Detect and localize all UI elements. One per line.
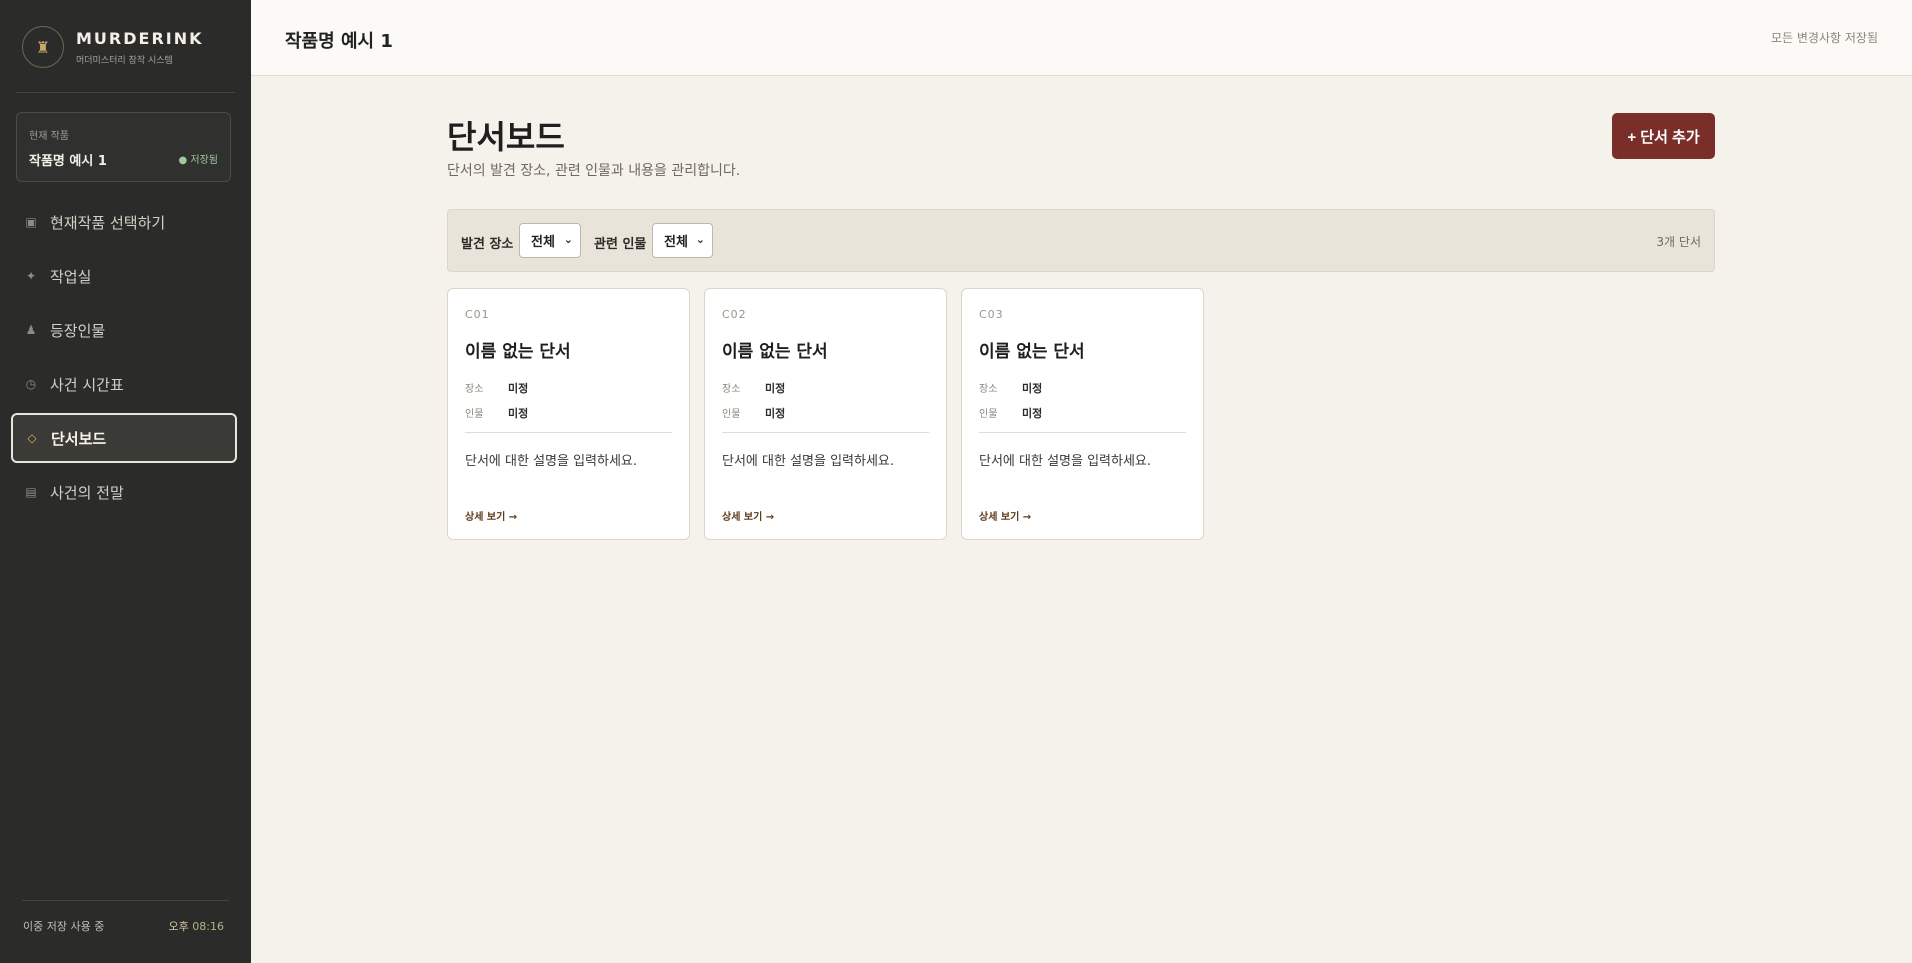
page-title: 단서보드: [447, 118, 565, 156]
person-key: 인물: [465, 409, 484, 420]
card-divider: [465, 432, 672, 433]
save-time: 오후 08:16: [169, 918, 224, 934]
place-key: 장소: [722, 384, 741, 395]
filter-bar: 발견 장소 전체 ⌄ 관련 인물 전체 ⌄ 3개 단서: [447, 209, 1715, 272]
person-key: 인물: [979, 409, 998, 420]
sparkle-icon: ✦: [25, 269, 37, 283]
sidebar-item-label: 현재작품 선택하기: [50, 213, 166, 232]
time-value: 08:16: [192, 920, 224, 933]
saved-status-badge: ● 저장됨: [178, 155, 218, 166]
location-filter-select[interactable]: 전체 ⌄: [519, 223, 581, 258]
brand: ♜ MURDERINK 머더미스터리 창작 시스템: [22, 26, 204, 68]
clue-title: 이름 없는 단서: [465, 342, 571, 362]
current-work-card: 현재 작품 작품명 예시 1 ● 저장됨: [16, 112, 231, 182]
clue-title: 이름 없는 단서: [722, 342, 828, 362]
list-icon: ▤: [25, 485, 37, 499]
sidebar-footer-divider: [22, 900, 229, 901]
place-key: 장소: [465, 384, 484, 395]
location-filter-value: 전체: [531, 235, 555, 250]
sidebar-divider: [16, 92, 235, 93]
card-divider: [722, 432, 929, 433]
sidebar-item-label: 등장인물: [50, 321, 106, 340]
brand-title: MURDERINK: [76, 28, 204, 48]
sidebar-item-label: 단서보드: [51, 429, 107, 448]
clue-card[interactable]: C01 이름 없는 단서 장소 미정 인물 미정 단서에 대한 설명을 입력하세…: [447, 288, 690, 540]
detail-link[interactable]: 상세 보기 →: [465, 508, 517, 523]
person-value: 미정: [508, 407, 529, 420]
page-description: 단서의 발견 장소, 관련 인물과 내용을 관리합니다.: [447, 163, 741, 179]
save-status: 모든 변경사항 저장됨: [1771, 31, 1878, 45]
clue-description: 단서에 대한 설명을 입력하세요.: [722, 454, 895, 469]
sidebar-item-label: 작업실: [50, 267, 92, 286]
person-key: 인물: [722, 409, 741, 420]
detail-link[interactable]: 상세 보기 →: [979, 508, 1031, 523]
save-mode-text: 이중 저장 사용 중: [23, 920, 105, 933]
sidebar-item-characters[interactable]: ♟ 등장인물: [12, 305, 236, 355]
square-icon: ▣: [25, 215, 37, 229]
place-key: 장소: [979, 384, 998, 395]
card-divider: [979, 432, 1186, 433]
clue-code: C03: [979, 308, 1004, 321]
clue-description: 단서에 대한 설명을 입력하세요.: [979, 454, 1152, 469]
sidebar-item-label: 사건 시간표: [50, 375, 124, 394]
place-value: 미정: [1022, 382, 1043, 395]
clue-code: C01: [465, 308, 490, 321]
time-prefix: 오후: [168, 920, 189, 933]
top-bar: 작품명 예시 1 모든 변경사항 저장됨: [251, 0, 1912, 76]
place-value: 미정: [508, 382, 529, 395]
clue-description: 단서에 대한 설명을 입력하세요.: [465, 454, 638, 469]
clue-code: C02: [722, 308, 747, 321]
brand-subtitle: 머더미스터리 창작 시스템: [76, 55, 173, 66]
sidebar: ♜ MURDERINK 머더미스터리 창작 시스템 현재 작품 작품명 예시 1…: [0, 0, 251, 963]
person-value: 미정: [1022, 407, 1043, 420]
person-filter-select[interactable]: 전체 ⌄: [652, 223, 713, 258]
clue-title: 이름 없는 단서: [979, 342, 1085, 362]
location-filter-label: 발견 장소: [461, 237, 514, 252]
clue-count: 3개 단서: [1656, 235, 1701, 249]
sidebar-item-case-story[interactable]: ▤ 사건의 전말: [12, 467, 236, 517]
person-value: 미정: [765, 407, 786, 420]
place-value: 미정: [765, 382, 786, 395]
person-filter-label: 관련 인물: [594, 237, 647, 252]
sidebar-item-select-work[interactable]: ▣ 현재작품 선택하기: [12, 197, 236, 247]
clue-card[interactable]: C03 이름 없는 단서 장소 미정 인물 미정 단서에 대한 설명을 입력하세…: [961, 288, 1204, 540]
detail-link[interactable]: 상세 보기 →: [722, 508, 774, 523]
diamond-icon: ◇: [27, 431, 37, 445]
person-filter-value: 전체: [664, 235, 688, 250]
sidebar-item-label: 사건의 전말: [50, 483, 124, 502]
pawn-icon: ♟: [25, 323, 37, 337]
chevron-down-icon: ⌄: [695, 233, 705, 246]
clue-card[interactable]: C02 이름 없는 단서 장소 미정 인물 미정 단서에 대한 설명을 입력하세…: [704, 288, 947, 540]
clock-icon: ◷: [25, 377, 37, 391]
sidebar-item-timeline[interactable]: ◷ 사건 시간표: [12, 359, 236, 409]
chevron-down-icon: ⌄: [563, 233, 573, 246]
work-title: 작품명 예시 1: [285, 31, 393, 52]
current-work-name: 작품명 예시 1: [29, 154, 107, 169]
current-work-label: 현재 작품: [29, 131, 69, 142]
add-clue-button[interactable]: + 단서 추가: [1612, 113, 1715, 159]
sidebar-item-clueboard[interactable]: ◇ 단서보드: [11, 413, 237, 463]
sidebar-item-workshop[interactable]: ✦ 작업실: [12, 251, 236, 301]
rook-logo-icon: ♜: [22, 26, 64, 68]
